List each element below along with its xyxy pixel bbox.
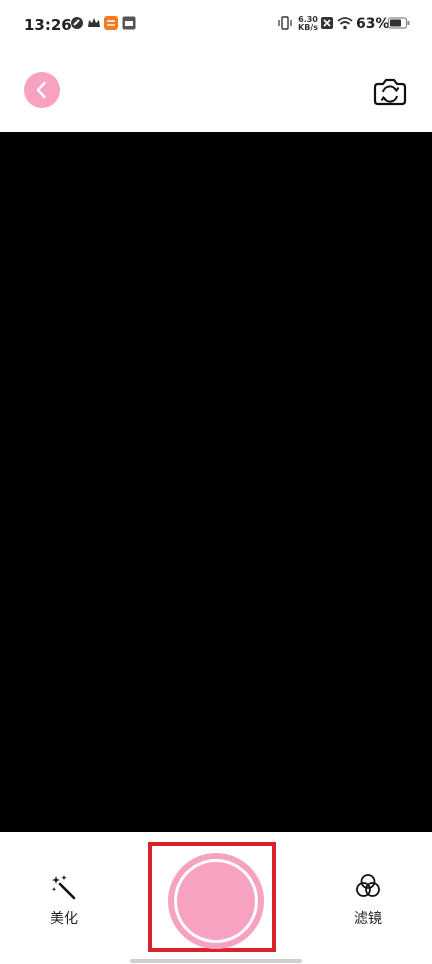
magic-wand-icon	[51, 875, 76, 900]
camera-controls: 美化 滤镜	[0, 832, 432, 964]
back-button[interactable]	[24, 72, 60, 108]
app-notification-icon	[71, 17, 83, 29]
shutter-core	[180, 865, 252, 937]
crown-icon	[88, 18, 100, 27]
shutter-button[interactable]	[168, 853, 264, 949]
filter-button[interactable]: 滤镜	[338, 872, 398, 928]
filter-label: 滤镜	[354, 911, 382, 927]
status-time: 13:26	[24, 16, 72, 34]
battery-icon	[388, 17, 410, 29]
calendar-app-icon	[122, 16, 136, 30]
status-bar: 13:26 6.30 KB/s 63%	[0, 0, 432, 50]
network-speed: 6.30 KB/s	[298, 16, 318, 32]
filter-circles-icon	[356, 874, 380, 897]
camera-switch-icon[interactable]	[372, 74, 408, 108]
wifi-icon	[337, 17, 353, 30]
vibrate-icon	[278, 16, 292, 30]
beautify-label: 美化	[50, 911, 78, 927]
no-sim-icon	[321, 17, 333, 29]
taobao-icon	[104, 16, 118, 30]
network-speed-unit: KB/s	[298, 23, 318, 32]
camera-preview	[0, 132, 432, 832]
beautify-button[interactable]: 美化	[34, 872, 94, 928]
camera-header	[0, 50, 432, 132]
home-indicator[interactable]	[130, 959, 302, 963]
chevron-left-icon	[36, 81, 46, 99]
battery-percent: 63%	[356, 16, 390, 32]
